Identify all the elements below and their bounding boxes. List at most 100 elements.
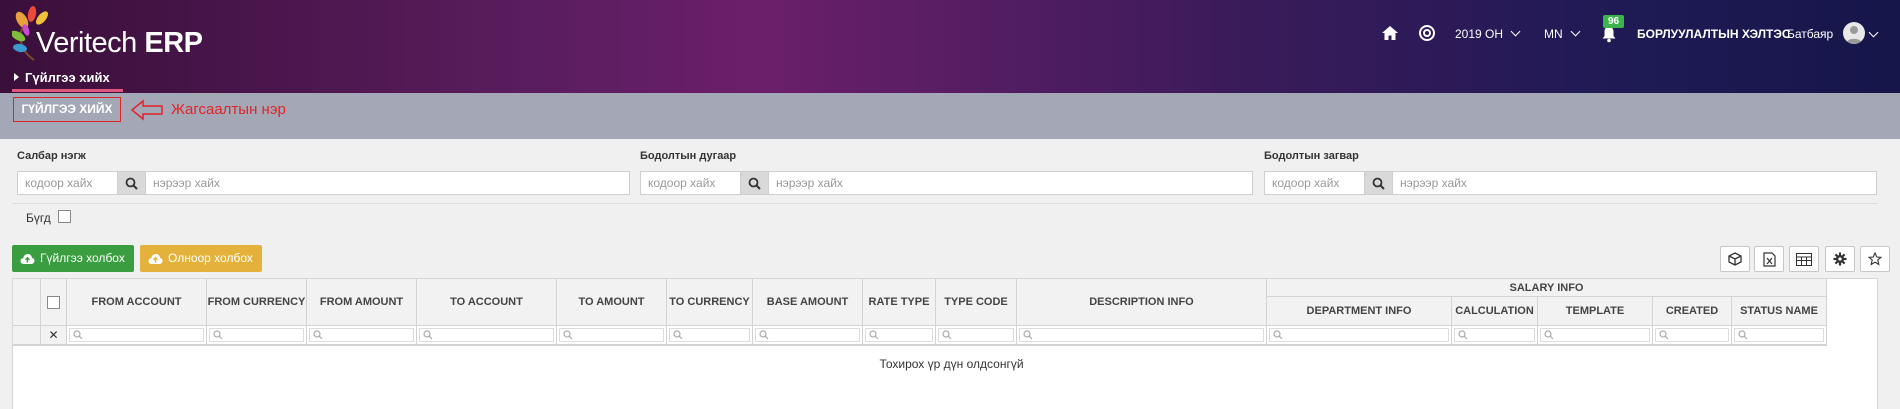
language-label: MN [1544,27,1563,41]
column-header[interactable]: STATUS NAME [1732,297,1827,326]
column-header[interactable]: TO AMOUNT [557,279,667,326]
clear-filter-button[interactable]: ✕ [41,326,67,346]
column-header[interactable]: FROM ACCOUNT [67,279,207,326]
search-icon [748,177,761,190]
brand-bold: ERP [144,27,203,59]
calc-number-search-button[interactable] [740,171,769,195]
search-icon [313,330,323,340]
all-checkbox[interactable] [58,210,71,223]
cube-icon-button[interactable] [1720,246,1750,272]
brand-light: Veritech [36,27,137,59]
search-icon [73,330,83,340]
branch-code-input[interactable]: кодоор хайх [17,171,117,195]
user-department: БОРЛУУЛАЛТЫН ХЭЛТЭС [1637,27,1791,41]
column-filter-input[interactable] [557,326,667,346]
avatar[interactable] [1843,22,1865,44]
column-header[interactable]: TEMPLATE [1538,297,1653,326]
language-selector[interactable]: MN [1544,26,1581,41]
filter-label-calc-number: Бодолтын дугаар [640,150,737,162]
column-filter-input[interactable] [1538,326,1653,346]
column-filter-input[interactable] [1267,326,1452,346]
column-filter-input[interactable] [307,326,417,346]
column-header[interactable]: RATE TYPE [863,279,936,326]
select-all-header [41,279,67,326]
breadcrumb-active-underline [12,89,123,92]
top-header: Veritech ERP Гүйлгээ хийх 2019 ОН MN 96 … [0,0,1900,93]
user-name[interactable]: Батбаяр [1787,27,1833,41]
search-icon [1023,330,1033,340]
excel-export-button[interactable] [1754,246,1784,272]
column-header[interactable]: TO CURRENCY [667,279,753,326]
column-header[interactable]: FROM CURRENCY [207,279,307,326]
settings-button[interactable] [1825,246,1855,272]
gear-icon [1833,252,1847,266]
column-filter-input[interactable] [67,326,207,346]
column-filter-input[interactable] [936,326,1017,346]
column-filter-input[interactable] [207,326,307,346]
search-icon [759,330,769,340]
bulk-connect-label: Олноор холбох [168,251,253,265]
divider [12,203,1878,204]
star-icon [1868,252,1882,266]
column-filter-input[interactable] [1653,326,1732,346]
search-icon [673,330,683,340]
column-header[interactable]: BASE AMOUNT [753,279,863,326]
calc-template-code-input[interactable]: кодоор хайх [1264,171,1364,195]
cube-icon [1728,252,1742,266]
calc-template-name-input[interactable]: нэрээр хайх [1393,171,1877,195]
search-icon [1458,330,1468,340]
search-icon [423,330,433,340]
search-icon [1372,177,1385,190]
notification-badge: 96 [1603,15,1625,28]
column-filter-input[interactable] [1732,326,1827,346]
filter-label-branch: Салбар нэгж [17,150,86,162]
column-filter-input[interactable] [1017,326,1267,346]
all-checkbox-label: Бүгд [26,211,51,225]
search-icon [1544,330,1554,340]
select-all-checkbox[interactable] [47,295,60,309]
bulk-connect-button[interactable]: Олноор холбох [140,245,262,272]
user-menu-chevron-icon[interactable] [1868,27,1879,38]
list-name-annotation: Жагсаалтын нэр [171,101,286,118]
search-icon [1273,330,1283,340]
column-filter-input[interactable] [753,326,863,346]
column-header[interactable]: DEPARTMENT INFO [1267,297,1452,326]
table-layout-button[interactable] [1789,246,1819,272]
connect-transaction-button[interactable]: Гүйлгээ холбох [12,245,134,272]
column-filter-input[interactable] [667,326,753,346]
row-number-header [13,279,41,326]
filter-calc-template: кодоор хайх нэрээр хайх [1264,171,1877,195]
table-layout-icon [1796,252,1812,266]
calc-number-name-input[interactable]: нэрээр хайх [769,171,1253,195]
column-header[interactable]: TYPE CODE [936,279,1017,326]
branch-search-button[interactable] [117,171,146,195]
group-header-salary-info: SALARY INFO [1267,279,1827,297]
search-icon [563,330,573,340]
branch-name-input[interactable]: нэрээр хайх [146,171,630,195]
breadcrumb[interactable]: Гүйлгээ хийх [14,70,110,85]
chevron-down-icon [1570,26,1581,37]
column-header[interactable]: CREATED [1653,297,1732,326]
calc-number-code-input[interactable]: кодоор хайх [640,171,740,195]
calc-template-search-button[interactable] [1364,171,1393,195]
year-selector[interactable]: 2019 ОН [1455,26,1521,41]
column-filter-input[interactable] [863,326,936,346]
search-icon [1738,330,1748,340]
column-header[interactable]: DESCRIPTION INFO [1017,279,1267,326]
user-silhouette-icon [1846,26,1862,44]
app-brand[interactable]: Veritech ERP [36,27,203,60]
arrow-left-icon [130,99,163,121]
caret-right-icon [14,73,19,81]
column-header[interactable]: FROM AMOUNT [307,279,417,326]
column-filter-input[interactable] [1452,326,1538,346]
search-icon [942,330,952,340]
breadcrumb-label: Гүйлгээ хийх [25,70,110,85]
chevron-down-icon [1510,26,1521,37]
favorite-button[interactable] [1860,246,1890,272]
column-header[interactable]: TO ACCOUNT [417,279,557,326]
filter-label-calc-template: Бодолтын загвар [1264,150,1359,162]
column-header[interactable]: CALCULATION [1452,297,1538,326]
lifebuoy-icon[interactable] [1418,24,1436,42]
column-filter-input[interactable] [417,326,557,346]
home-icon[interactable] [1381,24,1399,42]
